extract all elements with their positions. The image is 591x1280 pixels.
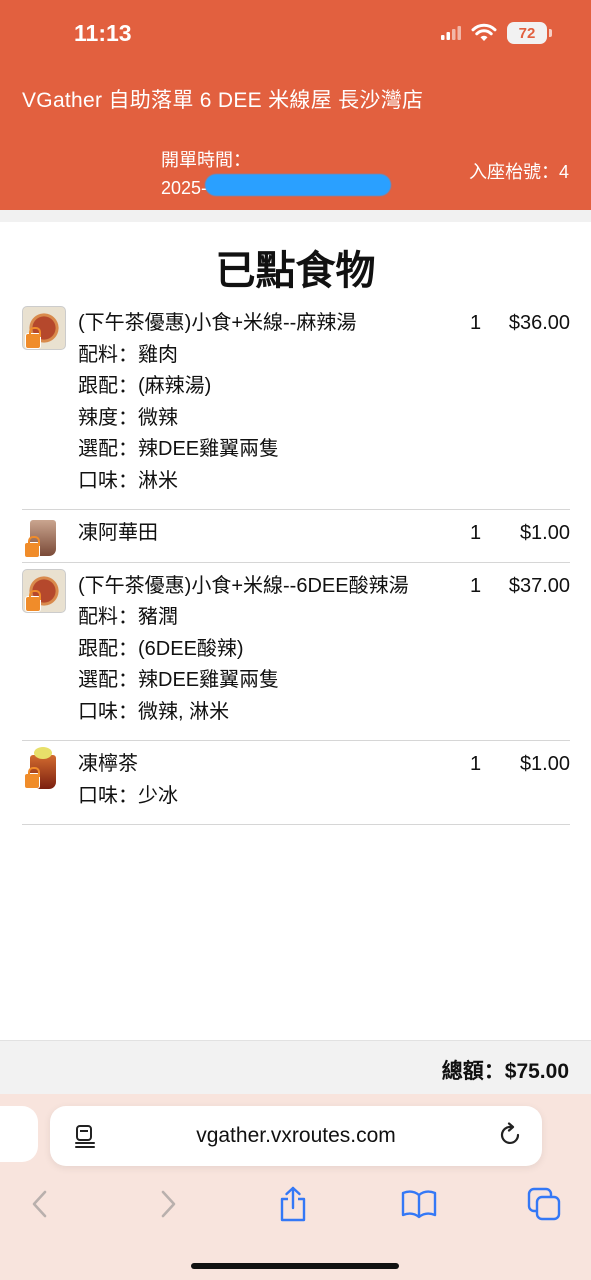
noodle-bowl-icon [22, 306, 66, 350]
order-item-option: 口味：淋米 [78, 469, 178, 492]
order-item: (下午茶優惠)小食+米線--麻辣湯 配料：雞肉 跟配：(麻辣湯) 辣度：微辣 選… [22, 300, 570, 510]
order-item-option: 辣度：微辣 [78, 406, 178, 429]
open-time: 開單時間： 2025- [161, 146, 391, 202]
battery-level: 72 [518, 24, 536, 42]
order-item-details: (下午茶優惠)小食+米線--麻辣湯 配料：雞肉 跟配：(麻辣湯) 辣度：微辣 選… [78, 308, 458, 497]
status-time: 11:13 [74, 20, 132, 46]
reload-icon[interactable] [498, 1122, 524, 1148]
bottom-toolbar [0, 1182, 591, 1232]
order-item: 凍阿華田 1 $1.00 [22, 510, 570, 563]
order-item-name: 凍阿華田 [78, 522, 158, 544]
order-item-qty: 1 [470, 522, 482, 544]
status-icons: 72 [441, 22, 552, 44]
share-icon [280, 1186, 306, 1222]
total-amount: 總額：$75.00 [441, 1060, 569, 1083]
order-item-name: 凍檸茶 [78, 753, 138, 775]
forward-button[interactable] [146, 1182, 190, 1226]
header: 11:13 72 VGather 自助落單 6 DEE 米線屋 長沙灣店 開單時… [0, 0, 591, 210]
lock-icon [25, 327, 41, 349]
tabs-icon [527, 1187, 561, 1221]
browser-toolbar: vgather.vxroutes.com [0, 1094, 591, 1280]
redaction-mark [205, 174, 391, 196]
wifi-icon [471, 23, 497, 41]
order-item-qty: 1 [470, 753, 482, 775]
lock-icon [24, 536, 40, 558]
total-bar: 總額：$75.00 [0, 1040, 591, 1094]
order-item-details: 凍阿華田 [78, 518, 458, 550]
shop-title: VGather 自助落單 6 DEE 米線屋 長沙灣店 [22, 89, 424, 112]
order-item-details: 凍檸茶 口味：少冰 [78, 749, 458, 812]
chevron-right-icon [161, 1190, 176, 1218]
order-item: 凍檸茶 口味：少冰 1 $1.00 [22, 741, 570, 825]
order-item-option: 配料：雞肉 [78, 343, 178, 366]
back-button[interactable] [18, 1182, 62, 1226]
order-item-option: 選配：辣DEE雞翼兩隻 [78, 669, 280, 691]
bookmarks-button[interactable] [397, 1182, 441, 1226]
address-bar[interactable]: vgather.vxroutes.com [50, 1106, 542, 1166]
order-item-price: $37.00 [508, 574, 570, 597]
noodle-bowl-icon [22, 568, 66, 613]
share-button[interactable] [271, 1182, 315, 1226]
order-item-option: 口味：微辣, 淋米 [78, 700, 230, 723]
divider [0, 210, 591, 222]
order-item-option: 跟配：(6DEE酸辣) [78, 637, 244, 660]
previous-tab-preview[interactable] [0, 1106, 38, 1162]
order-item-price: $36.00 [508, 312, 570, 334]
order-item-option: 跟配：(麻辣湯) [78, 375, 212, 397]
open-time-label: 開單時間： [161, 150, 251, 170]
order-item-qty: 1 [470, 574, 482, 597]
order-item-price: $1.00 [519, 753, 570, 775]
chevron-left-icon [32, 1190, 47, 1218]
url-text[interactable]: vgather.vxroutes.com [50, 1124, 542, 1148]
page-title: 已點食物 [215, 249, 376, 293]
order-item-name: (下午茶優惠)小食+米線--6DEE酸辣湯 [78, 574, 409, 597]
cellular-signal-icon [441, 26, 461, 40]
order-item-qty: 1 [470, 312, 482, 334]
table-number: 入座枱號：4 [468, 162, 569, 182]
iced-lemon-tea-icon [22, 747, 66, 791]
order-item-name: (下午茶優惠)小食+米線--麻辣湯 [78, 312, 357, 334]
order-list: (下午茶優惠)小食+米線--麻辣湯 配料：雞肉 跟配：(麻辣湯) 辣度：微辣 選… [22, 300, 570, 825]
order-item-option: 口味：少冰 [78, 784, 178, 807]
order-item-option: 選配：辣DEE雞翼兩隻 [78, 438, 280, 460]
order-item-price: $1.00 [519, 522, 570, 544]
battery-icon: 72 [507, 22, 552, 44]
home-indicator [191, 1263, 399, 1269]
tabs-button[interactable] [522, 1182, 566, 1226]
lock-icon [24, 767, 40, 789]
order-item-option: 配料：豬潤 [78, 606, 178, 628]
lock-icon [25, 589, 41, 612]
order-item-details: (下午茶優惠)小食+米線--6DEE酸辣湯 配料：豬潤 跟配：(6DEE酸辣) … [78, 571, 458, 729]
book-icon [401, 1190, 437, 1219]
iced-drink-icon [22, 516, 66, 560]
status-bar: 11:13 72 [0, 0, 591, 70]
order-item: (下午茶優惠)小食+米線--6DEE酸辣湯 配料：豬潤 跟配：(6DEE酸辣) … [22, 563, 570, 741]
